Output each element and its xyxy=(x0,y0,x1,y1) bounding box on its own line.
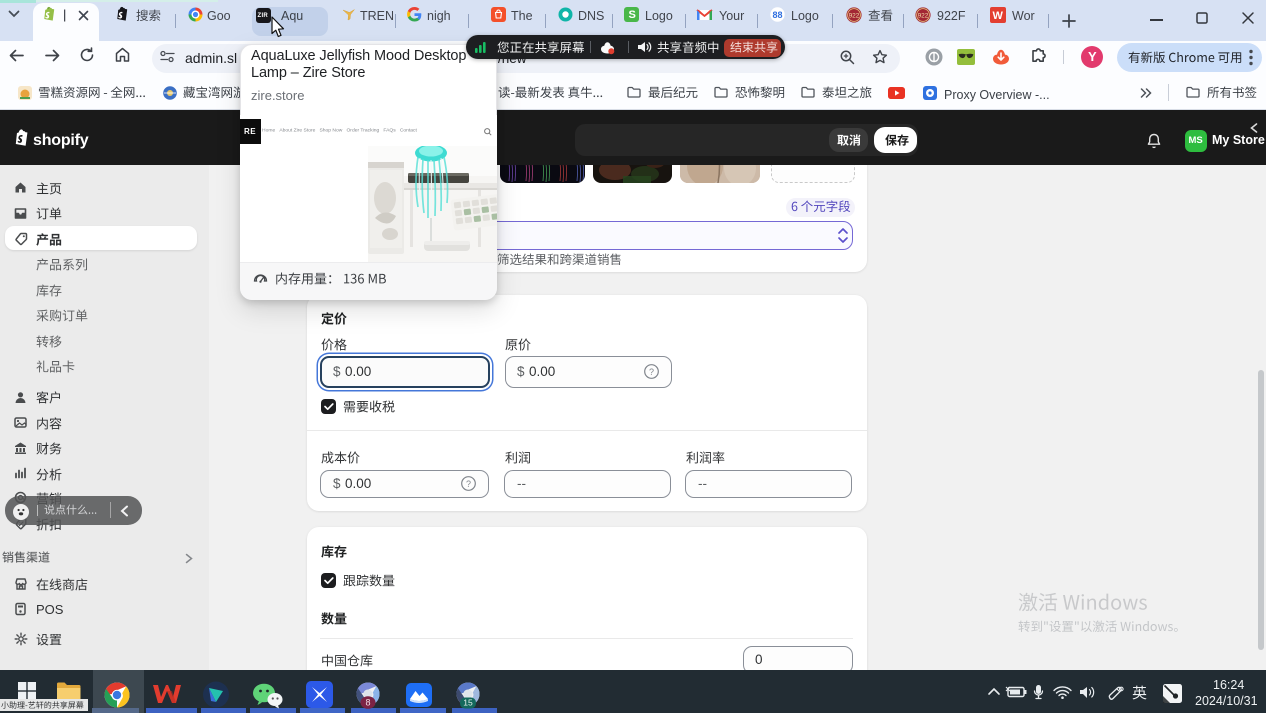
svg-text:922: 922 xyxy=(918,13,929,20)
svg-text:?: ? xyxy=(466,479,471,489)
svg-text:15: 15 xyxy=(463,698,473,708)
svg-text:922: 922 xyxy=(849,13,860,20)
svg-text:8: 8 xyxy=(365,698,370,708)
svg-text:88: 88 xyxy=(772,10,782,20)
svg-text:?: ? xyxy=(649,367,654,377)
